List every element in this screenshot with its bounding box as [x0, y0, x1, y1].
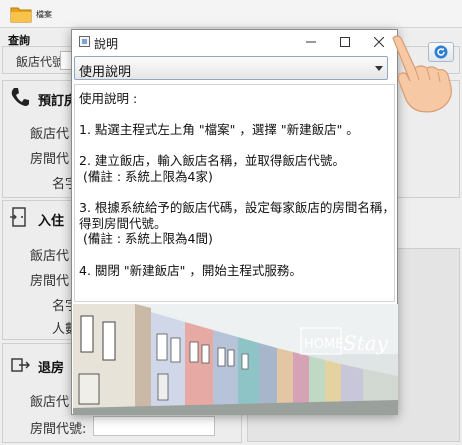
instruction-line: 4. 關閉 "新建飯店" ，開始主程式服務。: [79, 262, 302, 278]
maximize-button[interactable]: [328, 31, 362, 53]
instruction-line: (備註 : 系統上限為4家): [79, 168, 213, 184]
dialog-title: 說明: [94, 37, 119, 51]
phone-icon: [11, 88, 29, 106]
checkin-room-code-label: 房間代: [30, 274, 70, 289]
instruction-line: 得到房間代號。: [79, 215, 167, 231]
topic-select[interactable]: 使用說明: [74, 56, 388, 80]
instruction-line: [79, 185, 394, 201]
booking-room-code-label: 房間代: [30, 152, 70, 167]
instruction-line: (備註 : 系統上限為4間): [79, 231, 213, 247]
chevron-down-icon: [375, 66, 383, 71]
townhouses-illustration: HOME Stay: [73, 304, 398, 415]
checkout-hotel-code-label: 飯店代: [30, 395, 70, 410]
dialog-titlebar[interactable]: 說明: [72, 30, 397, 54]
instruction-line: [79, 138, 394, 154]
folder-icon[interactable]: [10, 5, 32, 23]
checkout-room-code-label: 房間代號:: [30, 422, 87, 437]
instruction-line: [79, 107, 394, 123]
instructions-text-area[interactable]: 使用說明 : 1. 點選主程式左上角 "檔案" ，選擇 "新建飯店" 。 2. …: [74, 84, 395, 302]
pointing-hand-icon: [392, 35, 452, 113]
checkout-room-code-input[interactable]: [93, 416, 215, 436]
menubar: 檔案: [0, 0, 462, 28]
maximize-icon: [340, 37, 350, 47]
instruction-line: 2. 建立飯店，輸入飯店名稱，並取得飯店代號。: [79, 153, 345, 169]
door-icon: [10, 207, 26, 227]
instruction-line: 1. 點選主程式左上角 "檔案" ，選擇 "新建飯店" 。: [79, 122, 359, 138]
checkout-title: 退房: [38, 361, 65, 376]
file-menu[interactable]: 檔案: [36, 9, 52, 20]
help-dialog: 說明 使用說明 使用說明 : 1. 點選主程式左上角 "檔案" ，選擇 "新建飯…: [71, 29, 398, 415]
banner-text-stay: Stay: [343, 331, 389, 355]
instruction-line: 使用說明 :: [79, 91, 138, 106]
minimize-button[interactable]: [294, 31, 328, 53]
window-app-icon: [79, 36, 90, 47]
checkin-hotel-code-label: 飯店代: [30, 249, 70, 264]
topic-select-value: 使用說明: [79, 65, 132, 80]
minimize-icon: [306, 41, 316, 43]
instruction-line: [79, 247, 394, 263]
booking-hotel-code-label: 飯店代: [30, 127, 70, 142]
instruction-line: 3. 根據系統給予的飯店代碼，設定每家飯店的房間名稱，並: [79, 200, 395, 216]
checkin-title: 入住: [38, 214, 65, 229]
banner-text-home: HOME: [304, 337, 343, 352]
exit-icon: [11, 358, 30, 372]
homestay-banner-image: HOME Stay: [73, 304, 398, 415]
